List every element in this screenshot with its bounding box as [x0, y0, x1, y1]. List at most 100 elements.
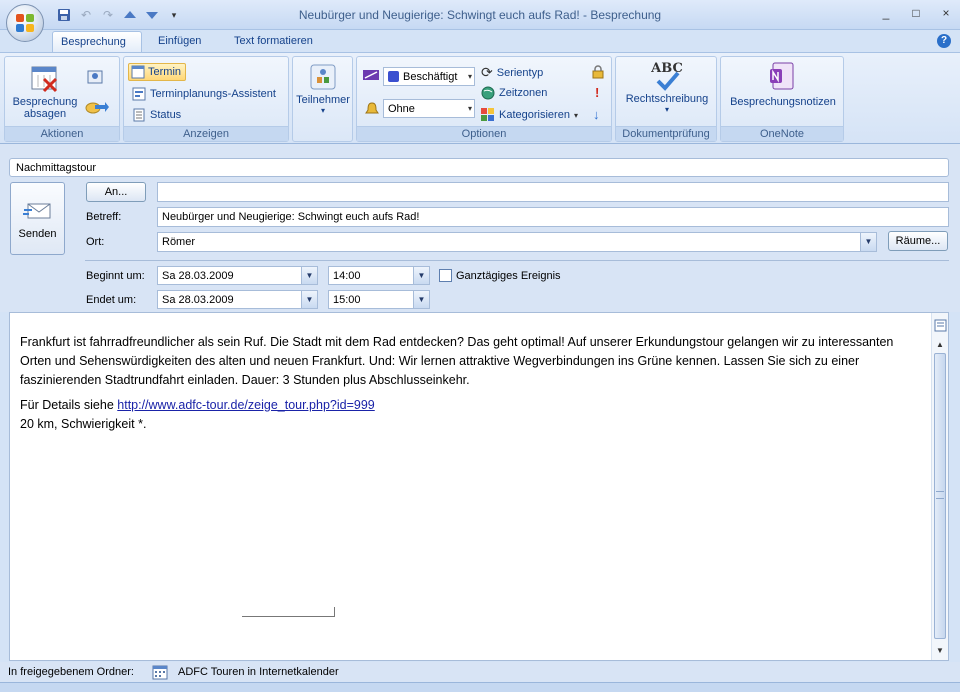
- ribbon: Besprechung absagen Aktionen Termin Term…: [0, 52, 960, 144]
- calendar-folder-icon: [152, 665, 168, 680]
- subject-label: Betreff:: [86, 211, 122, 223]
- start-label: Beginnt um:: [86, 270, 145, 282]
- vertical-scrollbar[interactable]: ▲ ▼: [931, 313, 948, 660]
- globe-icon: [481, 86, 495, 100]
- attendees-icon: [310, 64, 336, 90]
- shared-folder-label: In freigegebenem Ordner:: [8, 666, 134, 678]
- cursor-artifact: [242, 607, 335, 617]
- tab-einfuegen[interactable]: Einfügen: [150, 31, 209, 52]
- termin-button[interactable]: Termin: [128, 63, 187, 81]
- to-button[interactable]: An...: [86, 182, 146, 202]
- low-importance-icon[interactable]: ↓: [593, 107, 600, 122]
- details-prefix: Für Details siehe: [20, 398, 118, 412]
- status-label: Status: [150, 109, 182, 121]
- send-envelope-icon: [22, 203, 50, 219]
- group-label-dokumentpruefung: Dokumentprüfung: [616, 126, 716, 141]
- recurrence-icon: ⟳: [481, 64, 493, 80]
- send-label: Senden: [18, 228, 57, 240]
- status-list-icon: [133, 108, 145, 122]
- details-link[interactable]: http://www.adfc-tour.de/zeige_tour.php?i…: [117, 398, 374, 412]
- group-label-aktionen: Aktionen: [5, 126, 119, 141]
- all-day-checkbox[interactable]: [439, 269, 452, 282]
- address-book-icon[interactable]: [87, 69, 103, 88]
- status-bar: In freigegebenem Ordner: ADFC Touren in …: [0, 662, 960, 682]
- location-chevron-icon[interactable]: ▼: [860, 233, 876, 251]
- tab-text-formatieren[interactable]: Text formatieren: [226, 31, 321, 52]
- tour-info-line: 20 km, Schwierigkeit *.: [20, 417, 147, 431]
- cancel-label-1: Besprechung: [12, 96, 78, 108]
- attendees-label: Teilnehmer: [296, 94, 350, 106]
- categorize-label: Kategorisieren: [499, 109, 570, 121]
- shared-folder-name[interactable]: ADFC Touren in Internetkalender: [178, 666, 339, 678]
- scroll-up-icon[interactable]: ▲: [934, 339, 946, 351]
- group-label-anzeigen: Anzeigen: [124, 126, 288, 141]
- info-bar: Nachmittagstour: [9, 158, 949, 177]
- recurrence-label: Serientyp: [496, 66, 544, 79]
- end-label: Endet um:: [86, 294, 137, 306]
- forward-icon[interactable]: [85, 99, 109, 118]
- location-value: Römer: [162, 236, 196, 248]
- body-text: Frankfurt ist fahrradfreundlicher als se…: [20, 333, 920, 434]
- tab-besprechung[interactable]: Besprechung: [52, 31, 142, 52]
- meeting-notes-button[interactable]: Besprechungsnotizen: [723, 61, 843, 108]
- end-date-select[interactable]: Sa 28.03.2009 ▼: [157, 290, 318, 309]
- title-bar: ↶ ↷ ▾ Neubürger und Neugierige: Schwingt…: [0, 0, 960, 30]
- close-button[interactable]: ×: [940, 6, 952, 20]
- reminder-chevron-icon: ▾: [467, 104, 472, 113]
- message-body[interactable]: Frankfurt ist fahrradfreundlicher als se…: [9, 312, 949, 661]
- window-title: Neubürger und Neugierige: Schwingt euch …: [298, 8, 662, 22]
- meeting-form: Nachmittagstour Senden An... Betreff: Ne…: [0, 144, 960, 312]
- office-button[interactable]: [6, 4, 44, 42]
- reminder-bell-icon: [365, 102, 379, 114]
- send-button[interactable]: Senden: [10, 182, 65, 255]
- high-importance-icon[interactable]: !: [595, 85, 599, 100]
- spelling-button[interactable]: ABC Rechtschreibung ▾: [618, 61, 716, 114]
- maximize-button[interactable]: □: [910, 6, 922, 20]
- spelling-check-icon: ABC: [618, 61, 716, 93]
- scrollbar-grip-icon: [936, 491, 944, 499]
- scheduling-assistant-button[interactable]: Terminplanungs-Assistent: [132, 87, 276, 101]
- categorize-button[interactable]: Kategorisieren ▾: [481, 108, 578, 122]
- cancel-label-2: absagen: [23, 108, 67, 120]
- minimize-button[interactable]: _: [880, 6, 892, 20]
- location-field[interactable]: Römer ▼: [157, 232, 877, 252]
- show-as-value: Beschäftigt: [403, 70, 458, 83]
- timezones-button[interactable]: Zeitzonen: [481, 86, 547, 100]
- end-date-chevron-icon: ▼: [301, 291, 317, 308]
- reminder-value: Ohne: [388, 102, 415, 115]
- ruler-toggle-icon[interactable]: [934, 319, 947, 332]
- group-onenote: Besprechungsnotizen OneNote: [720, 56, 844, 142]
- group-dokumentpruefung: ABC Rechtschreibung ▾ Dokumentprüfung: [615, 56, 717, 142]
- end-time-value: 15:00: [333, 294, 361, 306]
- subject-field[interactable]: Neubürger und Neugierige: Schwingt euch …: [157, 207, 949, 227]
- timezones-label: Zeitzonen: [499, 87, 548, 99]
- help-icon[interactable]: ?: [937, 34, 951, 48]
- busy-color-icon: [388, 71, 399, 82]
- end-time-select[interactable]: 15:00 ▼: [328, 290, 430, 309]
- body-paragraph: Frankfurt ist fahrradfreundlicher als se…: [20, 335, 894, 387]
- attendees-button[interactable]: Teilnehmer ▾: [294, 63, 352, 115]
- end-time-chevron-icon: ▼: [413, 291, 429, 308]
- group-label-optionen: Optionen: [357, 126, 611, 141]
- scroll-down-icon[interactable]: ▼: [934, 645, 946, 657]
- to-field[interactable]: [157, 182, 949, 202]
- status-button[interactable]: Status: [132, 108, 181, 122]
- cancel-meeting-button[interactable]: Besprechung absagen: [9, 63, 81, 120]
- start-time-select[interactable]: 14:00 ▼: [328, 266, 430, 285]
- categories-icon: [481, 108, 494, 121]
- group-anzeigen: Termin Terminplanungs-Assistent Status A…: [123, 56, 289, 142]
- end-date-value: Sa 28.03.2009: [162, 294, 234, 306]
- group-aktionen: Besprechung absagen Aktionen: [4, 56, 120, 142]
- recurrence-button[interactable]: ⟳ Serientyp: [481, 64, 543, 81]
- private-lock-icon[interactable]: [591, 65, 605, 79]
- rooms-button[interactable]: Räume...: [888, 231, 948, 251]
- start-date-select[interactable]: Sa 28.03.2009 ▼: [157, 266, 318, 285]
- calendar-icon: [131, 65, 145, 79]
- start-date-chevron-icon: ▼: [301, 267, 317, 284]
- office-logo-icon: [16, 14, 35, 33]
- reminder-select[interactable]: Ohne ▾: [383, 99, 475, 118]
- show-as-select[interactable]: Beschäftigt ▾: [383, 67, 475, 86]
- scheduling-icon: [132, 87, 146, 101]
- calendar-cancel-icon: [31, 66, 58, 93]
- meeting-notes-label: Besprechungsnotizen: [730, 96, 836, 108]
